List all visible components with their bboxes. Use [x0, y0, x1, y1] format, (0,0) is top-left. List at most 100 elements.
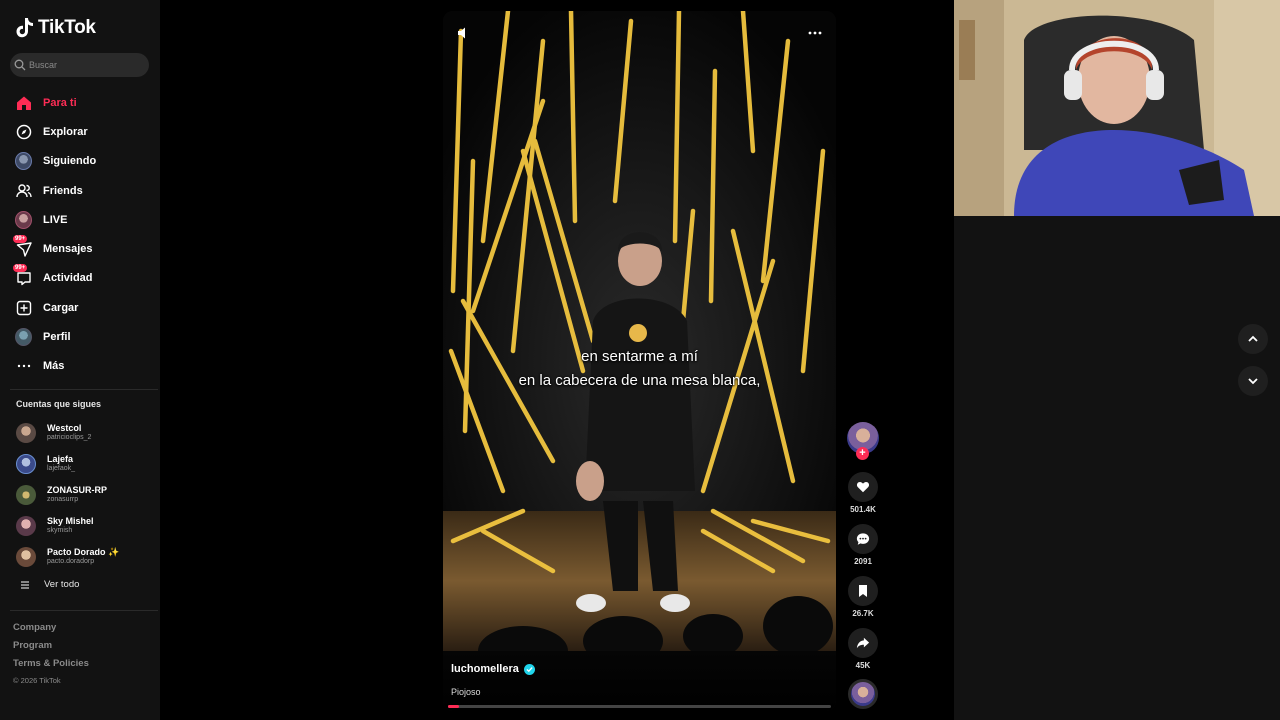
- compass-icon: [15, 123, 32, 140]
- nav-item-friends[interactable]: Friends: [0, 176, 160, 205]
- video-caption: Piojoso: [451, 687, 481, 697]
- chevron-down-icon: [1248, 378, 1258, 385]
- messages-badge: 99+: [13, 234, 28, 243]
- nav-item-explorar[interactable]: Explorar: [0, 117, 160, 146]
- webcam-overlay: [954, 0, 1280, 216]
- video-info: luchomellera Piojoso: [443, 651, 836, 711]
- webcam-image: [954, 0, 1280, 216]
- video-subtitle-line-2: en la cabecera de una mesa blanca,: [518, 372, 761, 389]
- creator-name: luchomellera: [451, 663, 519, 675]
- account-name: Lajefa: [47, 454, 74, 465]
- video-progress-bar[interactable]: [448, 705, 831, 708]
- nav-label: Más: [43, 360, 65, 373]
- nav-label: Para ti: [43, 96, 77, 109]
- comment-count: 2091: [854, 557, 872, 566]
- footer-link-program[interactable]: Program: [13, 640, 89, 658]
- nav-label: Cargar: [43, 301, 79, 314]
- nav-item-mas[interactable]: Más: [0, 352, 160, 381]
- share-action: 45K: [846, 628, 880, 670]
- bookmark-icon: [859, 585, 867, 597]
- footer-link-terms[interactable]: Terms & Policies: [13, 658, 89, 676]
- nav-item-siguiendo[interactable]: Siguiendo: [0, 147, 160, 176]
- nav-label: Actividad: [43, 272, 93, 285]
- save-button[interactable]: [848, 576, 878, 606]
- comment-action: 2091: [846, 524, 880, 566]
- main-nav: Para ti Explorar Siguiendo Friends LIVE …: [0, 88, 160, 381]
- messages-icon: 99+: [13, 234, 32, 258]
- nav-label: Perfil: [43, 331, 71, 344]
- creator-link[interactable]: luchomellera: [451, 663, 535, 675]
- avatar: [16, 515, 36, 536]
- following-section-title: Cuentas que sigues: [16, 399, 102, 409]
- copyright: © 2026 TikTok: [13, 676, 61, 685]
- following-account-westcol[interactable]: Westcol patricioclips_2: [16, 418, 156, 449]
- like-button[interactable]: [848, 472, 878, 502]
- following-list: Westcol patricioclips_2 Lajefa lajefaok_…: [16, 418, 156, 572]
- follow-plus-icon[interactable]: +: [856, 447, 869, 460]
- avatar: [16, 454, 36, 475]
- activity-icon: 99+: [13, 263, 32, 287]
- nav-item-cargar[interactable]: Cargar: [0, 293, 160, 322]
- activity-badge: 99+: [13, 263, 28, 272]
- live-icon: [15, 210, 32, 229]
- following-account-pacto-dorado[interactable]: Pacto Dorado ✨ pacto.doradorp: [16, 541, 156, 572]
- avatar: [16, 484, 36, 505]
- following-avatar-icon: [15, 152, 32, 171]
- tiktok-logo-icon: [16, 18, 33, 38]
- tiktok-logo[interactable]: TikTok: [16, 17, 96, 39]
- list-icon: [21, 580, 29, 589]
- account-handle: patricioclips_2: [47, 434, 92, 442]
- nav-item-para-ti[interactable]: Para ti: [0, 88, 160, 117]
- save-count: 26.7K: [852, 609, 874, 618]
- share-count: 45K: [855, 661, 871, 670]
- footer: Company Program Terms & Policies © 2026 …: [13, 622, 89, 685]
- like-action: 501.4K: [846, 472, 880, 514]
- following-account-zonasur[interactable]: ZONASUR-RP zonasurrp: [16, 480, 156, 511]
- account-handle: zonasurrp: [47, 495, 79, 503]
- see-all-following-link[interactable]: Ver todo: [20, 579, 79, 590]
- profile-icon: [15, 328, 32, 347]
- avatar: [16, 546, 36, 567]
- video-subtitle-line-1: en sentarme a mí: [581, 348, 698, 365]
- home-icon: [15, 94, 32, 111]
- video-player[interactable]: en sentarme a mí en la cabecera de una m…: [443, 11, 836, 711]
- more-dots-icon: [15, 358, 32, 375]
- nav-label: Siguiendo: [43, 155, 97, 168]
- verified-badge-icon: [523, 663, 535, 675]
- comment-button[interactable]: [848, 524, 878, 554]
- divider: [10, 389, 158, 390]
- search-input[interactable]: [29, 60, 139, 70]
- next-video-button[interactable]: [1238, 366, 1268, 396]
- account-handle: lajefaok_: [47, 465, 76, 473]
- volume-icon[interactable]: [456, 25, 472, 41]
- sound-disc-avatar[interactable]: [848, 679, 878, 709]
- comment-icon: [856, 533, 870, 545]
- sidebar: TikTok Para ti Explorar Siguiendo Friend…: [0, 0, 160, 720]
- nav-label: LIVE: [43, 213, 68, 226]
- footer-link-company[interactable]: Company: [13, 622, 89, 640]
- divider: [10, 610, 158, 611]
- nav-item-actividad[interactable]: 99+ Actividad: [0, 263, 160, 293]
- share-button[interactable]: [848, 628, 878, 658]
- previous-video-button[interactable]: [1238, 324, 1268, 354]
- account-name: Sky Mishel: [47, 515, 94, 526]
- following-account-sky-mishel[interactable]: Sky Mishel skymish: [16, 510, 156, 541]
- account-name: Westcol: [47, 423, 82, 434]
- search-icon: [14, 59, 26, 71]
- nav-label: Friends: [43, 184, 83, 197]
- nav-item-mensajes[interactable]: 99+ Mensajes: [0, 234, 160, 263]
- avatar: [16, 423, 36, 444]
- upload-icon: [15, 299, 32, 316]
- logo-text: TikTok: [38, 17, 96, 38]
- following-account-lajefa[interactable]: Lajefa lajefaok_: [16, 449, 156, 480]
- account-handle: skymish: [47, 526, 73, 534]
- friends-icon: [15, 182, 32, 199]
- more-options-icon[interactable]: [807, 25, 823, 41]
- account-name: ZONASUR-RP: [47, 484, 107, 495]
- account-name: Pacto Dorado ✨: [47, 546, 120, 557]
- nav-item-perfil[interactable]: Perfil: [0, 322, 160, 351]
- account-handle: pacto.doradorp: [47, 557, 95, 565]
- search-bar[interactable]: [10, 53, 149, 77]
- chevron-up-icon: [1248, 335, 1258, 342]
- nav-item-live[interactable]: LIVE: [0, 205, 160, 234]
